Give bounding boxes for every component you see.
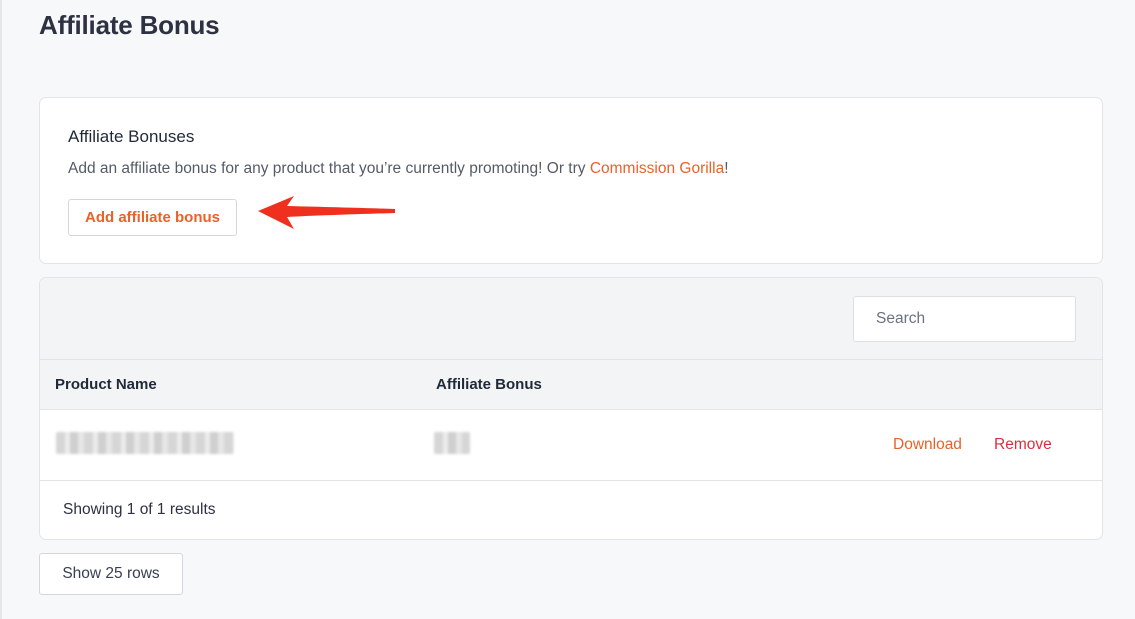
card-description: Add an affiliate bonus for any product t… xyxy=(68,160,729,178)
redacted-affiliate-bonus xyxy=(434,432,470,454)
column-header-affiliate-bonus: Affiliate Bonus xyxy=(436,376,542,393)
table-toolbar xyxy=(40,278,1102,360)
table-header: Product Name Affiliate Bonus xyxy=(40,360,1102,410)
description-text: Add an affiliate bonus for any product t… xyxy=(68,160,590,177)
column-header-product-name: Product Name xyxy=(55,376,157,393)
description-suffix: ! xyxy=(724,160,729,177)
download-link[interactable]: Download xyxy=(893,436,962,454)
page-title: Affiliate Bonus xyxy=(39,10,220,40)
show-rows-button[interactable]: Show 25 rows xyxy=(39,553,183,595)
redacted-product-name xyxy=(56,432,234,454)
commission-gorilla-link[interactable]: Commission Gorilla xyxy=(590,160,724,177)
results-count: Showing 1 of 1 results xyxy=(63,501,216,518)
search-input[interactable] xyxy=(853,296,1076,342)
card-heading: Affiliate Bonuses xyxy=(68,127,195,146)
table-row: Download Remove xyxy=(40,410,1102,481)
remove-link[interactable]: Remove xyxy=(994,436,1052,454)
bonus-table-card: Product Name Affiliate Bonus Download Re… xyxy=(39,277,1103,540)
add-affiliate-bonus-button[interactable]: Add affiliate bonus xyxy=(68,199,237,236)
affiliate-bonuses-card: Affiliate Bonuses Add an affiliate bonus… xyxy=(39,97,1103,264)
left-arrow-icon xyxy=(258,196,395,229)
